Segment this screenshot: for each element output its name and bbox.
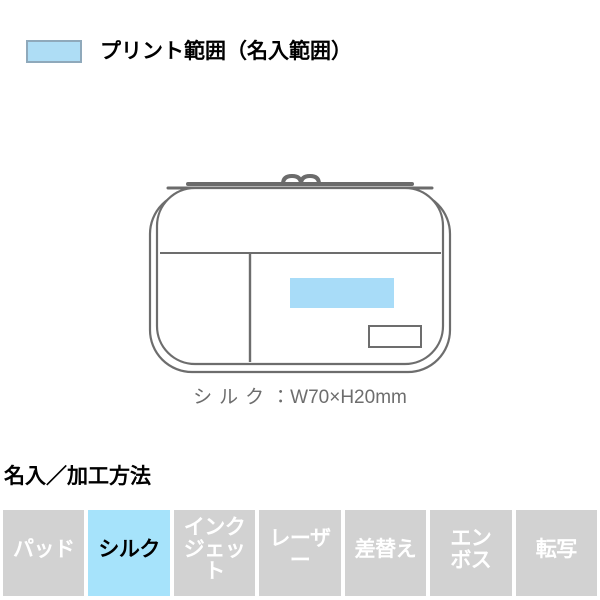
product-illustration (0, 100, 600, 430)
print-area-legend-label: プリント範囲（名入範囲） (100, 39, 352, 63)
method-chip-silk[interactable]: シルク (88, 510, 170, 596)
method-chip-insert[interactable]: 差替え (344, 510, 427, 596)
pouch-drawing (148, 173, 452, 374)
print-area-swatch-icon (26, 39, 82, 63)
method-chip-pad[interactable]: パッド (3, 510, 85, 596)
dimension-method-label: シルク (193, 387, 272, 408)
method-chip-transfer[interactable]: 転写 (515, 510, 597, 596)
method-label: レーザー (269, 526, 331, 572)
method-label: エン ボス (450, 526, 492, 572)
method-chip-laser[interactable]: レーザー (259, 510, 341, 596)
method-label: パッド (12, 537, 75, 561)
method-label: 転写 (535, 537, 578, 561)
top-zipper-icon (166, 173, 434, 190)
method-label: シルク (98, 537, 160, 561)
print-area-dimension: シルク：W70×H20mm (0, 382, 600, 409)
method-label: インク ジェット (183, 515, 246, 584)
methods-heading: 名入／加工方法 (4, 465, 151, 488)
method-chip-inkjet[interactable]: インク ジェット (173, 510, 256, 596)
brand-tag (368, 325, 422, 348)
dimension-separator: ： (271, 387, 291, 408)
method-chip-emboss[interactable]: エン ボス (430, 510, 512, 596)
print-area (290, 278, 394, 308)
dimension-value: W70×H20mm (290, 387, 407, 408)
methods-list: パッド シルク インク ジェット レーザー 差替え エン ボス 転写 (3, 510, 597, 596)
method-label: 差替え (354, 537, 417, 561)
print-area-legend: プリント範囲（名入範囲） (0, 30, 600, 72)
